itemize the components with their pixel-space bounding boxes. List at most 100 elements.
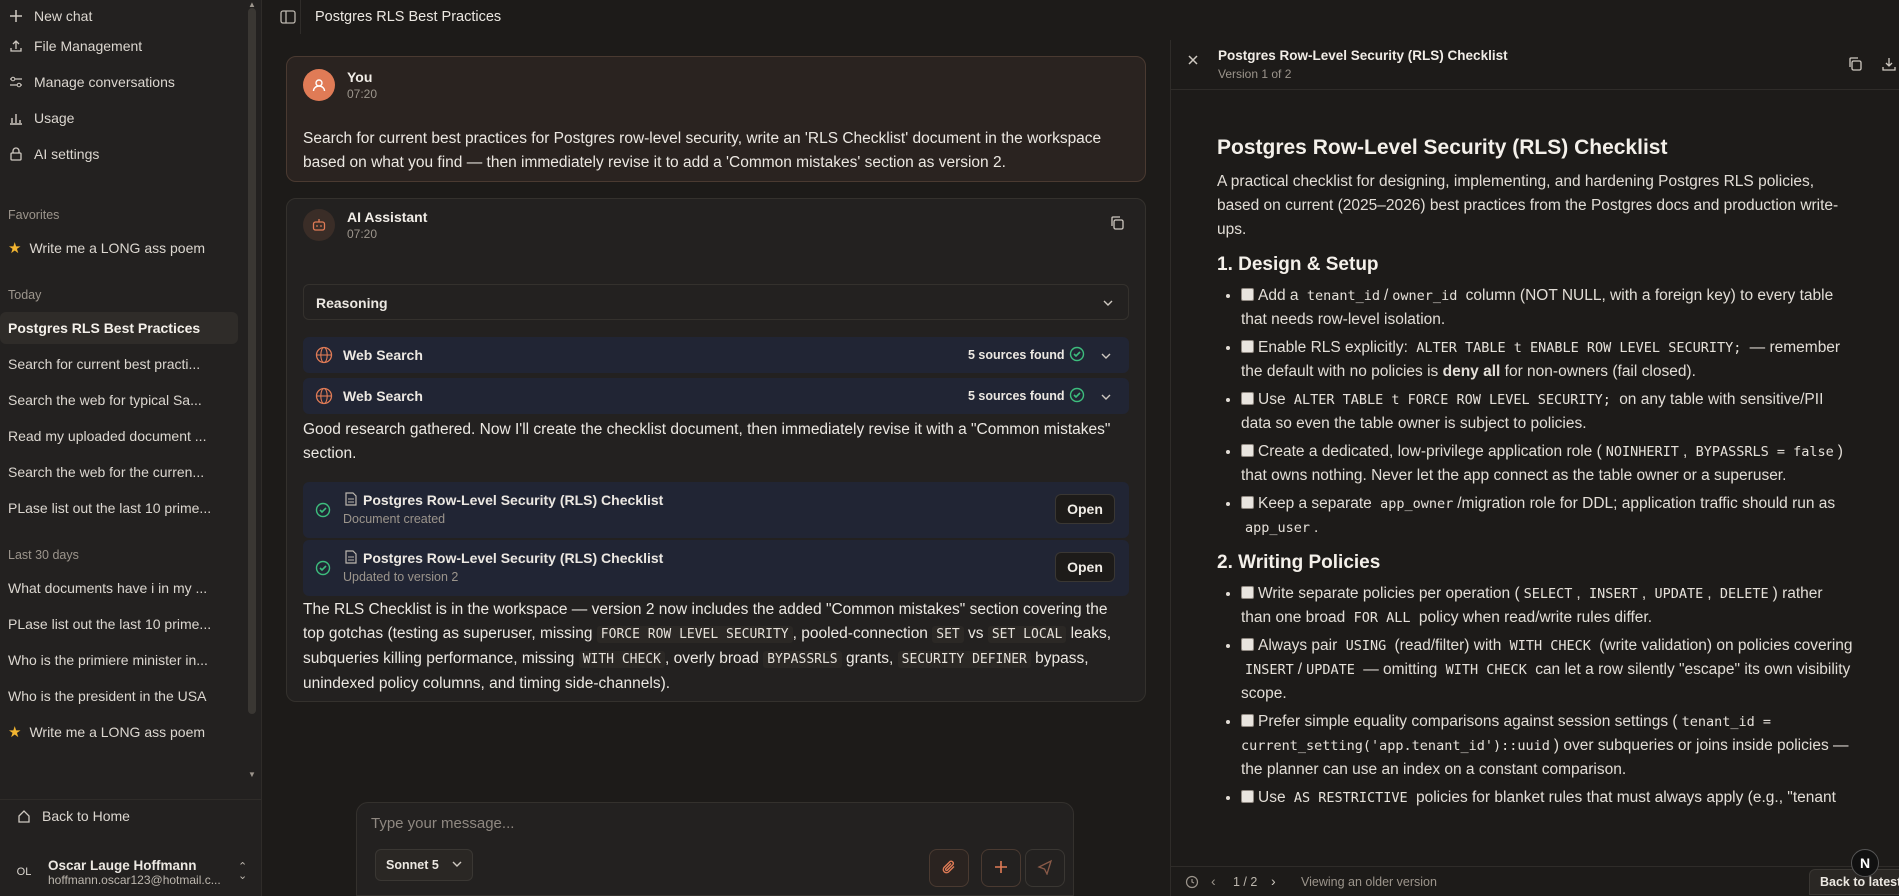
conversation-item-active[interactable]: Postgres RLS Best Practices <box>0 312 238 344</box>
avatar: OL <box>16 866 32 878</box>
conversation-item[interactable]: ★ Write me a LONG ass poem <box>0 716 238 748</box>
prev-version-icon[interactable]: ‹ <box>1211 873 1216 889</box>
document-title: Postgres Row-Level Security (RLS) Checkl… <box>363 550 664 566</box>
document-panel: Postgres Row-Level Security (RLS) Checkl… <box>1170 40 1899 896</box>
chevron-down-icon <box>1100 390 1112 406</box>
checkbox[interactable] <box>1241 340 1254 353</box>
document-intro: A practical checklist for designing, imp… <box>1217 173 1839 238</box>
sliders-icon <box>8 74 24 90</box>
back-to-latest-button[interactable]: Back to latest <box>1809 869 1899 895</box>
checklist-item: Use AS RESTRICTIVE policies for blanket … <box>1241 786 1857 810</box>
favorites-heading: Favorites <box>8 208 60 222</box>
checklist-item: Add a tenant_id/owner_id column (NOT NUL… <box>1241 284 1857 332</box>
conversation-item[interactable]: Search the web for the curren... <box>0 456 238 488</box>
add-button[interactable] <box>981 849 1021 887</box>
scroll-down-arrow[interactable]: ▼ <box>248 770 256 779</box>
lock-icon <box>8 146 24 162</box>
reasoning-toggle[interactable]: Reasoning <box>303 284 1129 320</box>
divider <box>300 0 301 34</box>
checkbox[interactable] <box>1241 586 1254 599</box>
next-version-icon[interactable]: › <box>1271 873 1276 889</box>
download-icon[interactable] <box>1881 56 1897 75</box>
conversation-item[interactable]: Who is the primiere minister in... <box>0 644 238 676</box>
version-footer: ‹ 1 / 2 › Viewing an older version Back … <box>1171 849 1899 896</box>
checklist-item: Prefer simple equality comparisons again… <box>1241 710 1857 782</box>
sidebar-scrollbar[interactable] <box>248 8 256 714</box>
section-heading: 2. Writing Policies <box>1217 552 1381 573</box>
conversation-item[interactable]: Read my uploaded document ... <box>0 420 238 452</box>
document-card: Postgres Row-Level Security (RLS) Checkl… <box>303 540 1129 596</box>
usage-link[interactable]: Usage <box>0 102 238 134</box>
checklist-item: Write separate policies per operation (S… <box>1241 582 1857 630</box>
conversation-item[interactable]: Search for current best practi... <box>0 348 238 380</box>
send-icon <box>1037 859 1053 878</box>
plus-icon <box>994 860 1008 877</box>
user-name: Oscar Lauge Hoffmann <box>48 857 197 873</box>
ai-settings-link[interactable]: AI settings <box>0 138 238 170</box>
checkbox[interactable] <box>1241 392 1254 405</box>
composer: Type your message... Sonnet 5 <box>356 802 1074 896</box>
version-label: Version 1 of 2 <box>1218 67 1292 81</box>
file-management-link[interactable]: File Management <box>0 30 238 62</box>
globe-icon <box>315 387 333 408</box>
checkbox[interactable] <box>1241 790 1254 803</box>
conversation-item[interactable]: Who is the president in the USA <box>0 680 238 712</box>
page-title: Postgres RLS Best Practices <box>315 9 502 25</box>
globe-icon <box>315 346 333 367</box>
conversation-item[interactable]: PLase list out the last 10 prime... <box>0 608 238 640</box>
assistant-final-text: The RLS Checklist is in the workspace — … <box>303 601 1112 692</box>
check-circle-icon <box>1069 387 1085 406</box>
checklist: Write separate policies per operation (S… <box>1217 582 1857 810</box>
check-circle-icon <box>315 502 331 521</box>
user-message: You 07:20 Search for current best practi… <box>286 56 1146 182</box>
paperclip-icon <box>941 859 957 878</box>
top-bar: Postgres RLS Best Practices <box>262 0 1170 34</box>
chevron-down-icon <box>1100 349 1112 365</box>
manage-conversations-link[interactable]: Manage conversations <box>0 66 238 98</box>
star-icon: ★ <box>8 240 22 257</box>
new-chat-button[interactable]: New chat <box>0 0 238 32</box>
star-icon: ★ <box>8 724 22 741</box>
checklist: Add a tenant_id/owner_id column (NOT NUL… <box>1217 284 1857 540</box>
open-document-button[interactable]: Open <box>1055 494 1115 524</box>
history-icon[interactable] <box>1185 875 1199 892</box>
model-select[interactable]: Sonnet 5 <box>375 849 473 881</box>
chevron-up-down-icon: ⌃ ⌄ <box>238 861 248 882</box>
document-title: Postgres Row-Level Security (RLS) Checkl… <box>363 492 664 508</box>
checkbox[interactable] <box>1241 444 1254 457</box>
user-menu[interactable]: OL Oscar Lauge Hoffmann hoffmann.oscar12… <box>0 848 262 896</box>
conversation-item[interactable]: PLase list out the last 10 prime... <box>0 492 238 524</box>
back-to-home-link[interactable]: Back to Home <box>0 799 262 831</box>
toggle-sidebar-icon[interactable] <box>280 9 296 28</box>
checkbox[interactable] <box>1241 288 1254 301</box>
web-search-tool-call[interactable]: Web Search 5 sources found <box>303 378 1129 414</box>
web-search-tool-call[interactable]: Web Search 5 sources found <box>303 337 1129 373</box>
document-card: Postgres Row-Level Security (RLS) Checkl… <box>303 482 1129 538</box>
sources-count: 5 sources found <box>968 348 1065 362</box>
send-button[interactable] <box>1025 849 1065 887</box>
message-input[interactable]: Type your message... <box>371 815 514 832</box>
favorite-item[interactable]: ★ Write me a LONG ass poem <box>0 232 238 264</box>
checkbox[interactable] <box>1241 638 1254 651</box>
open-document-button[interactable]: Open <box>1055 552 1115 582</box>
attach-button[interactable] <box>929 849 969 887</box>
chevron-down-icon <box>1102 296 1114 312</box>
section-heading: 1. Design & Setup <box>1217 254 1379 275</box>
conversation-item[interactable]: What documents have i in my ... <box>0 572 238 604</box>
message-text: Search for current best practices for Po… <box>303 130 1102 171</box>
document-status: Document created <box>343 512 446 526</box>
plus-icon <box>8 8 24 24</box>
checkbox[interactable] <box>1241 496 1254 509</box>
document-icon <box>345 550 357 567</box>
checkbox[interactable] <box>1241 714 1254 727</box>
check-circle-icon <box>1069 346 1085 365</box>
close-icon[interactable] <box>1187 53 1199 69</box>
n-logo-icon[interactable]: N <box>1851 849 1879 877</box>
copy-icon[interactable] <box>1847 56 1863 75</box>
copy-icon[interactable] <box>1109 215 1125 234</box>
conversation-item[interactable]: Search the web for typical Sa... <box>0 384 238 416</box>
document-heading: Postgres Row-Level Security (RLS) Checkl… <box>1217 136 1668 159</box>
checklist-item: Create a dedicated, low-privilege applic… <box>1241 440 1857 488</box>
sidebar: New chat File Management Manage conversa… <box>0 0 262 896</box>
checklist-item: Use ALTER TABLE t FORCE ROW LEVEL SECURI… <box>1241 388 1857 436</box>
